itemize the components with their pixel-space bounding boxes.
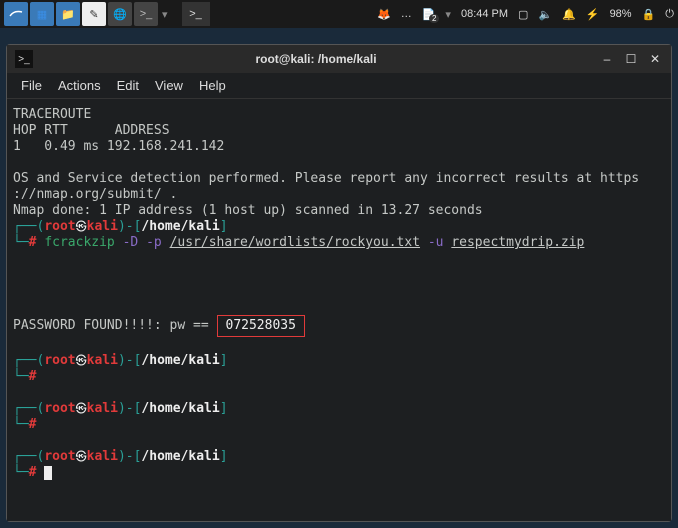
prompt-hash-line: └─# [13, 465, 665, 481]
battery-percent: 98% [610, 8, 632, 20]
prompt-hash-line: └─# [13, 369, 665, 385]
close-button[interactable]: ✕ [647, 51, 663, 67]
system-taskbar: ▦ 📁 ✎ 🌐 >_ ▾ >_ 🦊 … 📄2 ▾ 08:44 PM ▢ 🔈 🔔 … [0, 0, 678, 28]
menu-actions[interactable]: Actions [58, 78, 101, 93]
tray-chevron-icon[interactable]: ▾ [445, 8, 451, 21]
terminal-launcher-icon[interactable]: >_ [134, 2, 158, 26]
terminal-titlebar-icon: >_ [15, 50, 33, 68]
lock-icon[interactable]: 🔒 [642, 8, 656, 21]
volume-icon[interactable]: 🔈 [538, 8, 552, 21]
menu-view[interactable]: View [155, 78, 183, 93]
terminal-cursor [44, 466, 52, 480]
terminal-menubar: File Actions Edit View Help [7, 73, 671, 99]
prompt-line: ┌──(root㉿kali)-[/home/kali] [13, 449, 665, 465]
menu-file[interactable]: File [21, 78, 42, 93]
logout-icon[interactable]: ⏻ [665, 8, 674, 21]
taskbar-right: 🦊 … 📄2 ▾ 08:44 PM ▢ 🔈 🔔 ⚡ 98% 🔒 ⏻ [377, 8, 674, 21]
minimize-button[interactable]: – [599, 51, 615, 67]
kali-logo-icon[interactable] [4, 2, 28, 26]
window-title: root@kali: /home/kali [33, 52, 599, 66]
maximize-button[interactable]: ☐ [623, 51, 639, 67]
terminal-body[interactable]: TRACEROUTE HOP RTT ADDRESS 1 0.49 ms 192… [7, 99, 671, 521]
clock[interactable]: 08:44 PM [461, 8, 508, 20]
display-icon[interactable]: ▢ [518, 8, 528, 21]
window-titlebar[interactable]: >_ root@kali: /home/kali – ☐ ✕ [7, 45, 671, 73]
output-line: ://nmap.org/submit/ . [13, 187, 665, 203]
workspace-switcher-icon[interactable]: 📄2 [422, 8, 436, 21]
output-line: TRACEROUTE [13, 107, 665, 123]
browser-icon[interactable]: 🌐 [108, 2, 132, 26]
command-line: └─# fcrackzip -D -p /usr/share/wordlists… [13, 235, 665, 251]
menu-help[interactable]: Help [199, 78, 226, 93]
password-found-line: PASSWORD FOUND!!!!: pw == 072528035 [13, 315, 665, 337]
text-editor-icon[interactable]: ✎ [82, 2, 106, 26]
terminal-window: >_ root@kali: /home/kali – ☐ ✕ File Acti… [6, 44, 672, 522]
prompt-line: ┌──(root㉿kali)-[/home/kali] [13, 401, 665, 417]
output-line: HOP RTT ADDRESS [13, 123, 665, 139]
taskbar-left: ▦ 📁 ✎ 🌐 >_ ▾ >_ [4, 2, 210, 26]
prompt-line: ┌──(root㉿kali)-[/home/kali] [13, 219, 665, 235]
notifications-icon[interactable]: 🔔 [562, 8, 576, 21]
output-line: Nmap done: 1 IP address (1 host up) scan… [13, 203, 665, 219]
found-password: 072528035 [217, 315, 305, 337]
taskbar-app-terminal[interactable]: >_ [182, 2, 210, 26]
firefox-icon[interactable]: 🦊 [377, 8, 391, 21]
launcher-chevron-icon[interactable]: ▾ [162, 8, 168, 21]
power-icon[interactable]: ⚡ [586, 8, 600, 21]
file-manager-icon[interactable]: 📁 [56, 2, 80, 26]
window-controls: – ☐ ✕ [599, 51, 663, 67]
prompt-hash-line: └─# [13, 417, 665, 433]
app-launcher-icon[interactable]: ▦ [30, 2, 54, 26]
prompt-line: ┌──(root㉿kali)-[/home/kali] [13, 353, 665, 369]
overflow-icon[interactable]: … [401, 8, 412, 20]
output-line: OS and Service detection performed. Plea… [13, 171, 665, 187]
output-line: 1 0.49 ms 192.168.241.142 [13, 139, 665, 155]
menu-edit[interactable]: Edit [117, 78, 139, 93]
